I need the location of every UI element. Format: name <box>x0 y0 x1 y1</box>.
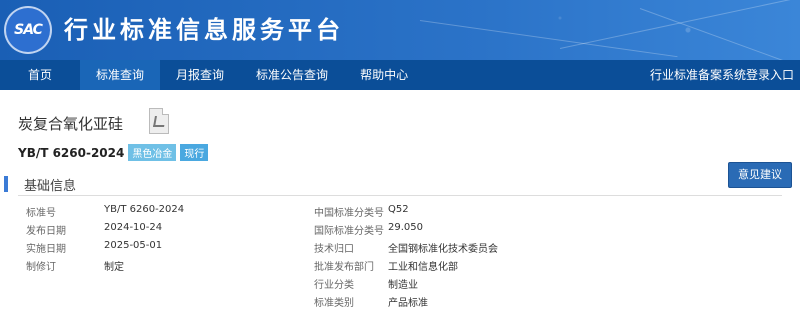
info-label: 国际标准分类号 <box>314 226 384 237</box>
category-badge: 黑色冶金 <box>128 144 177 161</box>
info-value: 工业和信息化部 <box>388 262 458 273</box>
sac-logo[interactable]: SAC <box>4 6 52 54</box>
info-value: YB/T 6260-2024 <box>104 204 185 215</box>
filing-system-login-link[interactable]: 行业标准备案系统登录入口 <box>650 60 800 90</box>
info-label: 批准发布部门 <box>314 262 374 273</box>
nav-standard-query[interactable]: 标准查询 <box>80 60 161 90</box>
info-label: 制修订 <box>26 262 56 273</box>
standard-code: YB/T 6260-2024 <box>18 145 125 160</box>
logo-text: SAC <box>14 22 43 38</box>
info-value: 制定 <box>104 262 124 273</box>
info-row: 制修订 制定 批准发布部门 工业和信息化部 <box>18 258 782 276</box>
info-value: 2024-10-24 <box>104 222 163 233</box>
info-row: 实施日期 2025-05-01 技术归口 全国钢标准化技术委员会 <box>18 240 782 258</box>
header-banner: SAC 行业标准信息服务平台 <box>0 0 800 60</box>
main-content: 炭复合氧化亚硅 YB/T 6260-2024 黑色冶金 现行 意见建议 基础信息… <box>0 108 800 312</box>
status-badge: 现行 <box>180 144 209 161</box>
info-label: 标准类别 <box>314 298 354 309</box>
site-title: 行业标准信息服务平台 <box>64 16 344 44</box>
info-value: 产品标准 <box>388 298 428 309</box>
section-accent-bar <box>4 176 8 192</box>
info-value: 全国钢标准化技术委员会 <box>388 244 498 255</box>
info-row: 发布日期 2024-10-24 国际标准分类号 29.050 <box>18 222 782 240</box>
main-nav: 首页 标准查询 月报查询 标准公告查询 帮助中心 行业标准备案系统登录入口 <box>0 60 800 90</box>
standard-name: 炭复合氧化亚硅 <box>18 114 124 133</box>
info-label: 技术归口 <box>314 244 354 255</box>
info-label: 中国标准分类号 <box>314 208 384 219</box>
nav-home[interactable]: 首页 <box>0 60 80 90</box>
nav-announcement-query[interactable]: 标准公告查询 <box>240 60 344 90</box>
info-value: 29.050 <box>388 222 423 233</box>
section-header: 基础信息 <box>4 173 782 196</box>
section-title: 基础信息 <box>24 179 77 194</box>
info-row: 标准号 YB/T 6260-2024 中国标准分类号 Q52 <box>18 204 782 222</box>
info-value: Q52 <box>388 204 409 215</box>
standard-name-row: 炭复合氧化亚硅 <box>18 108 782 134</box>
banner-decoration <box>559 0 795 49</box>
info-value: 制造业 <box>388 280 418 291</box>
info-row: 标准类别 产品标准 <box>18 294 782 312</box>
nav-help-center[interactable]: 帮助中心 <box>344 60 424 90</box>
info-label: 标准号 <box>26 208 56 219</box>
standard-code-row: YB/T 6260-2024 黑色冶金 现行 <box>18 144 782 161</box>
basic-info-table: 标准号 YB/T 6260-2024 中国标准分类号 Q52 发布日期 2024… <box>18 204 782 312</box>
info-label: 行业分类 <box>314 280 354 291</box>
pdf-document-icon[interactable] <box>149 108 170 134</box>
info-value: 2025-05-01 <box>104 240 163 251</box>
info-label: 实施日期 <box>26 244 66 255</box>
nav-monthly-report[interactable]: 月报查询 <box>160 60 240 90</box>
info-label: 发布日期 <box>26 226 66 237</box>
info-row: 行业分类 制造业 <box>18 276 782 294</box>
banner-decoration <box>419 20 678 58</box>
